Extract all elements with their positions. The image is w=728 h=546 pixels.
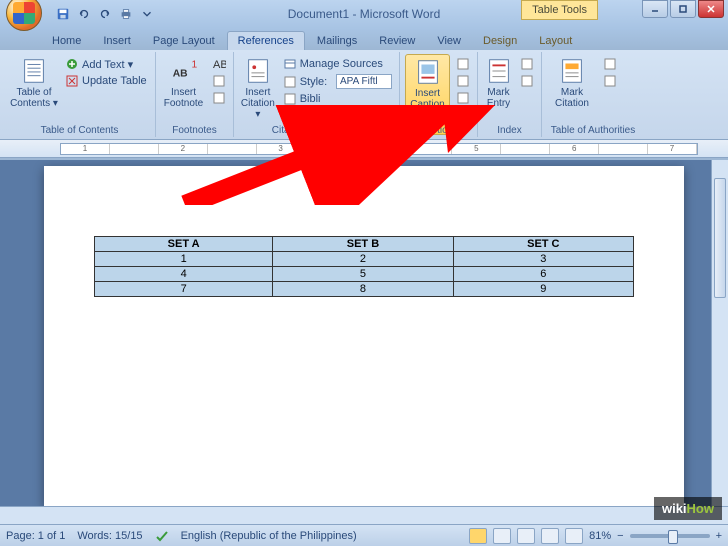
table-header[interactable]: SET C [453, 237, 633, 252]
status-words[interactable]: Words: 15/15 [77, 530, 142, 542]
tab-view[interactable]: View [427, 32, 471, 50]
mark-entry-button[interactable]: Mark Entry [483, 54, 514, 135]
wikihow-watermark: wikiHow [654, 497, 722, 520]
index-small-2[interactable] [518, 73, 536, 89]
status-page[interactable]: Page: 1 of 1 [6, 530, 65, 542]
view-outline[interactable] [541, 528, 559, 544]
spellcheck-icon[interactable] [155, 529, 169, 543]
view-print-layout[interactable] [469, 528, 487, 544]
tab-home[interactable]: Home [42, 32, 91, 50]
svg-text:AB: AB [172, 69, 187, 80]
table-row[interactable]: 789 [95, 282, 634, 297]
zoom-level[interactable]: 81% [589, 530, 611, 542]
ribbon: Table of Contents ▾ Add Text ▾ Update Ta… [0, 50, 728, 140]
table-header[interactable]: SET B [273, 237, 453, 252]
caption-small-1[interactable] [454, 56, 472, 72]
table-tools-label: Table Tools [521, 0, 598, 20]
ruler[interactable]: 1234567 [0, 140, 728, 158]
insert-citation-button[interactable]: Insert Citation ▾ [239, 54, 277, 135]
table-header[interactable]: SET A [95, 237, 273, 252]
minimize-button[interactable] [642, 0, 668, 18]
document-table[interactable]: SET ASET BSET C 123456789 [94, 236, 634, 297]
view-full-screen[interactable] [493, 528, 511, 544]
table-row[interactable]: 123 [95, 252, 634, 267]
group-captions-label: Captions [400, 125, 477, 136]
caption-small-2[interactable] [454, 73, 472, 89]
zoom-in-icon[interactable]: + [716, 530, 722, 542]
tab-mailings[interactable]: Mailings [307, 32, 367, 50]
document-area[interactable]: SET ASET BSET C 123456789 [0, 160, 728, 506]
status-language[interactable]: English (Republic of the Philippines) [181, 530, 357, 542]
tab-layout[interactable]: Layout [529, 32, 582, 50]
group-footnotes-label: Footnotes [156, 125, 233, 136]
style-selector[interactable]: Style: APA Fiftl [281, 73, 394, 90]
window-title: Document1 - Microsoft Word [0, 7, 728, 21]
tab-page-layout[interactable]: Page Layout [143, 32, 225, 50]
svg-text:1: 1 [191, 59, 197, 70]
group-toc-label: Table of Contents [4, 125, 155, 136]
ribbon-tabs: Home Insert Page Layout References Maili… [0, 28, 728, 50]
insert-caption-button[interactable]: Insert Caption [405, 54, 450, 135]
svg-text:AB: AB [213, 59, 226, 71]
bibliography-button[interactable]: Bibli [281, 91, 394, 107]
index-small-1[interactable] [518, 56, 536, 72]
horizontal-scrollbar[interactable] [0, 506, 728, 524]
tab-review[interactable]: Review [369, 32, 425, 50]
tab-design[interactable]: Design [473, 32, 527, 50]
view-draft[interactable] [565, 528, 583, 544]
view-web-layout[interactable] [517, 528, 535, 544]
mark-citation-button[interactable]: Mark Citation [547, 54, 597, 135]
tab-references[interactable]: References [227, 31, 305, 50]
insert-footnote-button[interactable]: AB1 Insert Footnote [161, 54, 206, 135]
zoom-slider[interactable] [630, 534, 710, 538]
auth-small-1[interactable] [601, 56, 619, 72]
add-text-button[interactable]: Add Text ▾ [63, 56, 149, 72]
status-bar: Page: 1 of 1 Words: 15/15 English (Repub… [0, 524, 728, 546]
manage-sources-button[interactable]: Manage Sources [281, 56, 394, 72]
vertical-scrollbar[interactable] [711, 160, 728, 506]
group-index-label: Index [478, 125, 541, 136]
zoom-out-icon[interactable]: − [617, 530, 623, 542]
update-table-button[interactable]: Update Table [63, 73, 149, 89]
caption-small-3[interactable] [454, 90, 472, 106]
table-row[interactable]: 456 [95, 267, 634, 282]
group-citations-label: Citations & Bibliog... [234, 125, 399, 136]
auth-small-2[interactable] [601, 73, 619, 89]
group-authorities-label: Table of Authorities [542, 125, 644, 136]
table-of-contents-button[interactable]: Table of Contents ▾ [9, 54, 59, 135]
office-button[interactable] [6, 0, 42, 31]
footnote-small-3[interactable] [210, 90, 228, 106]
tab-insert[interactable]: Insert [93, 32, 141, 50]
footnote-small-2[interactable] [210, 73, 228, 89]
maximize-button[interactable] [670, 0, 696, 18]
footnote-small-1[interactable]: AB [210, 56, 228, 72]
page: SET ASET BSET C 123456789 [44, 166, 684, 506]
close-button[interactable] [698, 0, 724, 18]
